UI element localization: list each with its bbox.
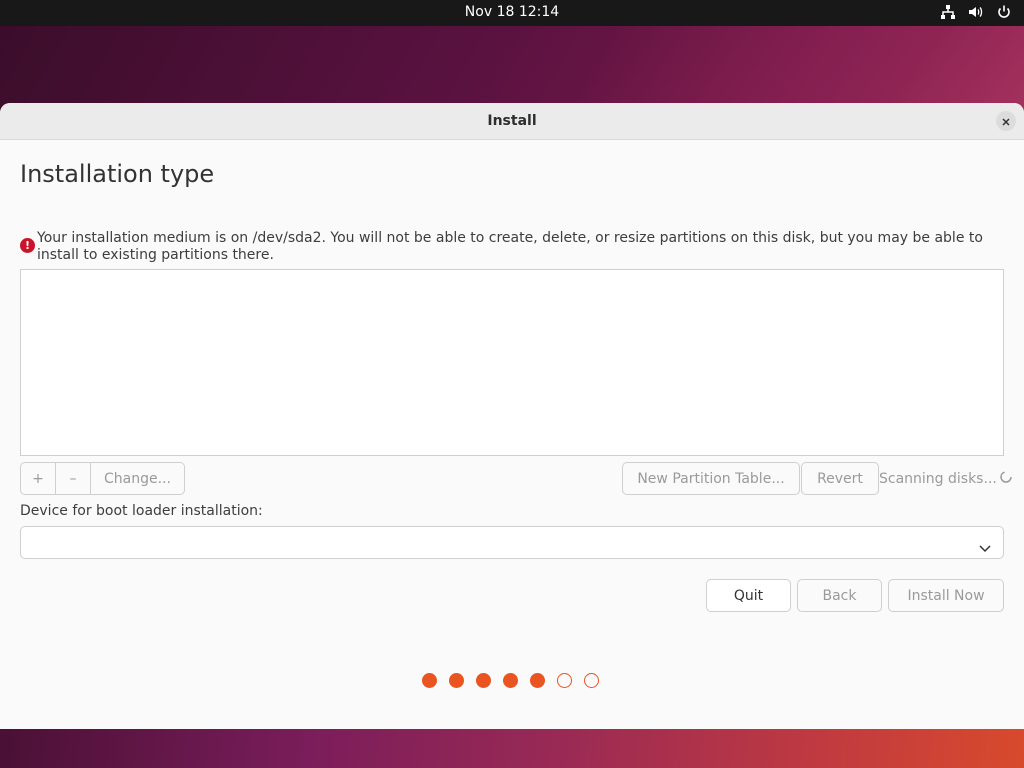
desktop-wallpaper-bottom (0, 728, 1024, 768)
warning-message: ! Your installation medium is on /dev/sd… (20, 230, 1010, 264)
add-partition-button[interactable]: + (21, 463, 56, 494)
progress-dot (422, 673, 437, 688)
top-bar: Nov 18 12:14 (0, 0, 1024, 26)
new-partition-table-button[interactable]: New Partition Table... (622, 462, 800, 495)
page-title: Installation type (20, 160, 215, 188)
progress-dot (584, 673, 599, 688)
network-icon[interactable] (940, 4, 956, 20)
warning-text: Your installation medium is on /dev/sda2… (37, 230, 983, 263)
install-now-button[interactable]: Install Now (888, 579, 1004, 612)
window-title: Install (487, 113, 537, 129)
progress-dot (503, 673, 518, 688)
installer-window: Install Installation type ! Your install… (0, 103, 1024, 729)
progress-dot (557, 673, 572, 688)
progress-dot (530, 673, 545, 688)
power-icon[interactable] (996, 4, 1012, 20)
remove-partition-button[interactable]: – (56, 463, 91, 494)
boot-loader-select[interactable] (20, 526, 1004, 559)
progress-dots (422, 673, 599, 688)
revert-button[interactable]: Revert (801, 462, 879, 495)
boot-loader-label: Device for boot loader installation: (20, 503, 263, 519)
partition-list[interactable] (20, 269, 1004, 456)
close-icon (1001, 112, 1011, 131)
progress-dot (449, 673, 464, 688)
quit-button[interactable]: Quit (706, 579, 791, 612)
change-partition-button[interactable]: Change... (91, 463, 184, 494)
partition-toolbar: + – Change... (20, 462, 185, 495)
volume-icon[interactable] (968, 4, 984, 20)
title-bar[interactable]: Install (0, 103, 1024, 140)
close-button[interactable] (996, 111, 1016, 131)
system-tray[interactable] (940, 4, 1012, 20)
back-button[interactable]: Back (797, 579, 882, 612)
scanning-text: Scanning disks... (879, 471, 997, 487)
spinner-icon (999, 470, 1013, 488)
clock[interactable]: Nov 18 12:14 (0, 4, 1024, 20)
error-icon: ! (20, 238, 35, 253)
scanning-status: Scanning disks... (879, 470, 1013, 488)
progress-dot (476, 673, 491, 688)
chevron-down-icon (979, 538, 991, 557)
